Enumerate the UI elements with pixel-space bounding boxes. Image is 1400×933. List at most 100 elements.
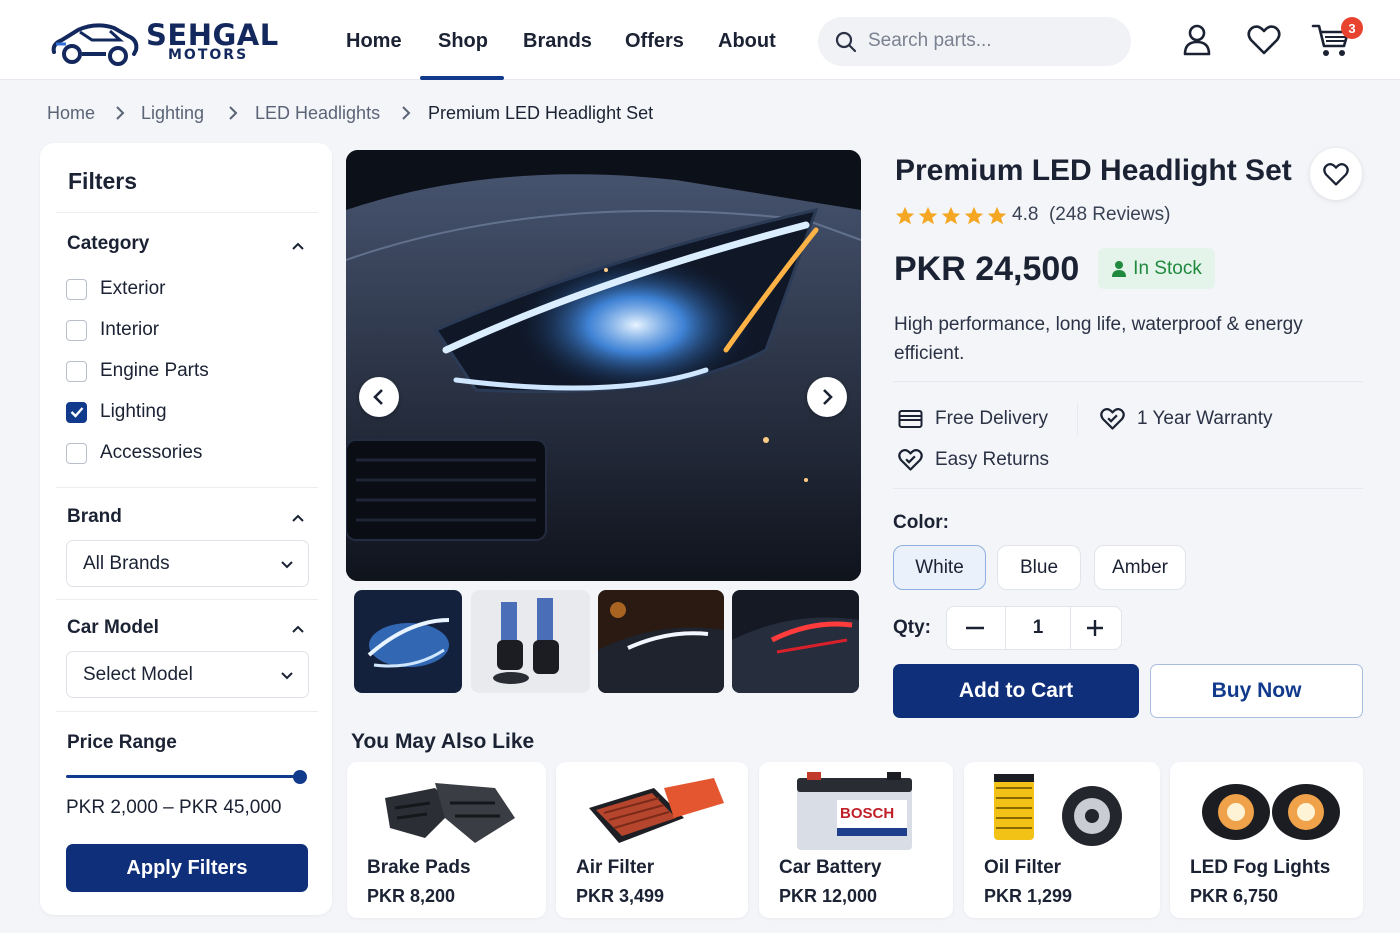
add-to-cart-button[interactable]: Add to Cart: [893, 664, 1139, 718]
thumbnail-4[interactable]: [732, 590, 859, 693]
buy-now-button[interactable]: Buy Now: [1150, 664, 1363, 718]
chevron-down-icon: [281, 672, 293, 680]
product-description: High performance, long life, waterproof …: [894, 314, 1303, 364]
checkbox[interactable]: [66, 278, 87, 300]
thumbnail-image: [598, 590, 724, 693]
quantity-decrease-button[interactable]: [947, 607, 1003, 649]
checkbox-checked[interactable]: [66, 401, 87, 423]
car-model-select-value: Select Model: [83, 664, 193, 685]
color-option-white[interactable]: White: [893, 545, 986, 590]
category-option-lighting[interactable]: Lighting: [66, 400, 167, 424]
brand-select-value: All Brands: [83, 553, 170, 574]
heart-icon: [1247, 25, 1281, 55]
category-option-accessories[interactable]: Accessories: [66, 441, 202, 465]
nav-active-indicator: [420, 76, 504, 80]
divider: [893, 381, 1363, 382]
nav-offers[interactable]: Offers: [625, 30, 684, 53]
product-price: PKR 24,500: [894, 250, 1080, 288]
breadcrumb-led-headlights[interactable]: LED Headlights: [255, 103, 380, 124]
quantity-increase-button[interactable]: [1069, 607, 1121, 649]
related-product-card[interactable]: Oil Filter PKR 1,299: [964, 762, 1160, 918]
category-option-interior[interactable]: Interior: [66, 318, 159, 342]
checkbox[interactable]: [66, 319, 87, 341]
related-products-title: You May Also Like: [351, 730, 535, 753]
person-icon: [1112, 260, 1127, 277]
wishlist-button[interactable]: [1244, 20, 1284, 60]
plus-icon: [1087, 620, 1103, 636]
breadcrumb-home[interactable]: Home: [47, 103, 95, 124]
related-product-card[interactable]: BOSCH Car Battery PKR 12,000: [759, 762, 953, 918]
thumbnail-3[interactable]: [598, 590, 724, 693]
star-icon: [895, 206, 915, 225]
price-range-slider[interactable]: [66, 775, 302, 778]
price-range-text: PKR 2,000 – PKR 45,000: [66, 797, 282, 818]
logo-brand-sub: MOTORS: [168, 47, 249, 63]
heart-check-icon: [898, 449, 923, 471]
search-input[interactable]: [868, 28, 1108, 54]
rating-value: 4.8: [1012, 204, 1039, 225]
card-icon: [898, 410, 923, 428]
filters-title: Filters: [68, 168, 138, 194]
feature-free-delivery: Free Delivery: [898, 406, 1048, 432]
chevron-right-icon: [229, 106, 238, 120]
air-filter-image: [589, 778, 724, 843]
nav-shop[interactable]: Shop: [438, 30, 488, 53]
divider: [56, 599, 318, 600]
car-logo-icon: [51, 23, 139, 66]
chevron-left-icon: [373, 389, 383, 405]
image-next-button[interactable]: [807, 377, 847, 417]
product-name: Car Battery: [779, 857, 882, 878]
chevron-up-icon[interactable]: [290, 238, 306, 254]
car-battery-image: BOSCH: [797, 772, 912, 850]
car-model-select[interactable]: Select Model: [66, 651, 309, 698]
nav-about[interactable]: About: [718, 30, 776, 53]
brand-select[interactable]: All Brands: [66, 540, 309, 587]
product-title: Premium LED Headlight Set: [895, 154, 1292, 187]
review-count[interactable]: (248 Reviews): [1049, 204, 1170, 225]
account-button[interactable]: [1177, 20, 1217, 60]
rating-stars: [894, 205, 1008, 227]
price-range-handle[interactable]: [293, 770, 307, 784]
rating-summary[interactable]: 4.8 (248 Reviews): [1012, 204, 1170, 226]
product-price: PKR 12,000: [779, 886, 878, 906]
thumbnail-1[interactable]: [354, 590, 462, 693]
chevron-right-icon: [116, 106, 125, 120]
chevron-down-icon: [281, 561, 293, 569]
category-option-label: Exterior: [100, 278, 166, 299]
quantity-label: Qty:: [893, 617, 931, 638]
breadcrumb-lighting[interactable]: Lighting: [141, 103, 204, 124]
feature-label: Easy Returns: [935, 449, 1050, 470]
related-product-card[interactable]: LED Fog Lights PKR 6,750: [1170, 762, 1363, 918]
thumbnail-2[interactable]: [471, 590, 590, 693]
chevron-right-icon: [402, 106, 411, 120]
category-option-exterior[interactable]: Exterior: [66, 277, 165, 301]
nav-brands[interactable]: Brands: [523, 30, 592, 53]
checkbox[interactable]: [66, 442, 87, 464]
image-prev-button[interactable]: [359, 377, 399, 417]
search-bar[interactable]: [818, 17, 1131, 66]
star-icon: [941, 206, 961, 225]
cart-count-badge: 3: [1341, 17, 1363, 39]
heart-check-icon: [1100, 408, 1125, 430]
brake-pads-image: [385, 783, 515, 843]
related-product-card[interactable]: Brake Pads PKR 8,200: [347, 762, 546, 918]
headlight-image: [346, 150, 861, 581]
minus-icon: [966, 626, 984, 630]
product-main-image: [346, 150, 861, 581]
nav-home[interactable]: Home: [346, 30, 402, 53]
checkbox[interactable]: [66, 360, 87, 382]
divider: [893, 488, 1363, 489]
chevron-up-icon[interactable]: [290, 510, 306, 526]
color-option-amber[interactable]: Amber: [1094, 545, 1186, 590]
quantity-value[interactable]: 1: [1005, 607, 1071, 649]
category-option-engine-parts[interactable]: Engine Parts: [66, 359, 209, 383]
related-product-card[interactable]: Air Filter PKR 3,499: [556, 762, 748, 918]
product-price: PKR 3,499: [576, 886, 665, 906]
apply-filters-button[interactable]: Apply Filters: [66, 844, 308, 892]
chevron-up-icon[interactable]: [290, 621, 306, 637]
site-logo[interactable]: SEHGAL MOTORS: [48, 16, 288, 68]
breadcrumb-current: Premium LED Headlight Set: [428, 103, 654, 123]
add-to-wishlist-button[interactable]: [1310, 148, 1362, 200]
product-name: Air Filter: [576, 857, 655, 878]
color-option-blue[interactable]: Blue: [997, 545, 1081, 590]
